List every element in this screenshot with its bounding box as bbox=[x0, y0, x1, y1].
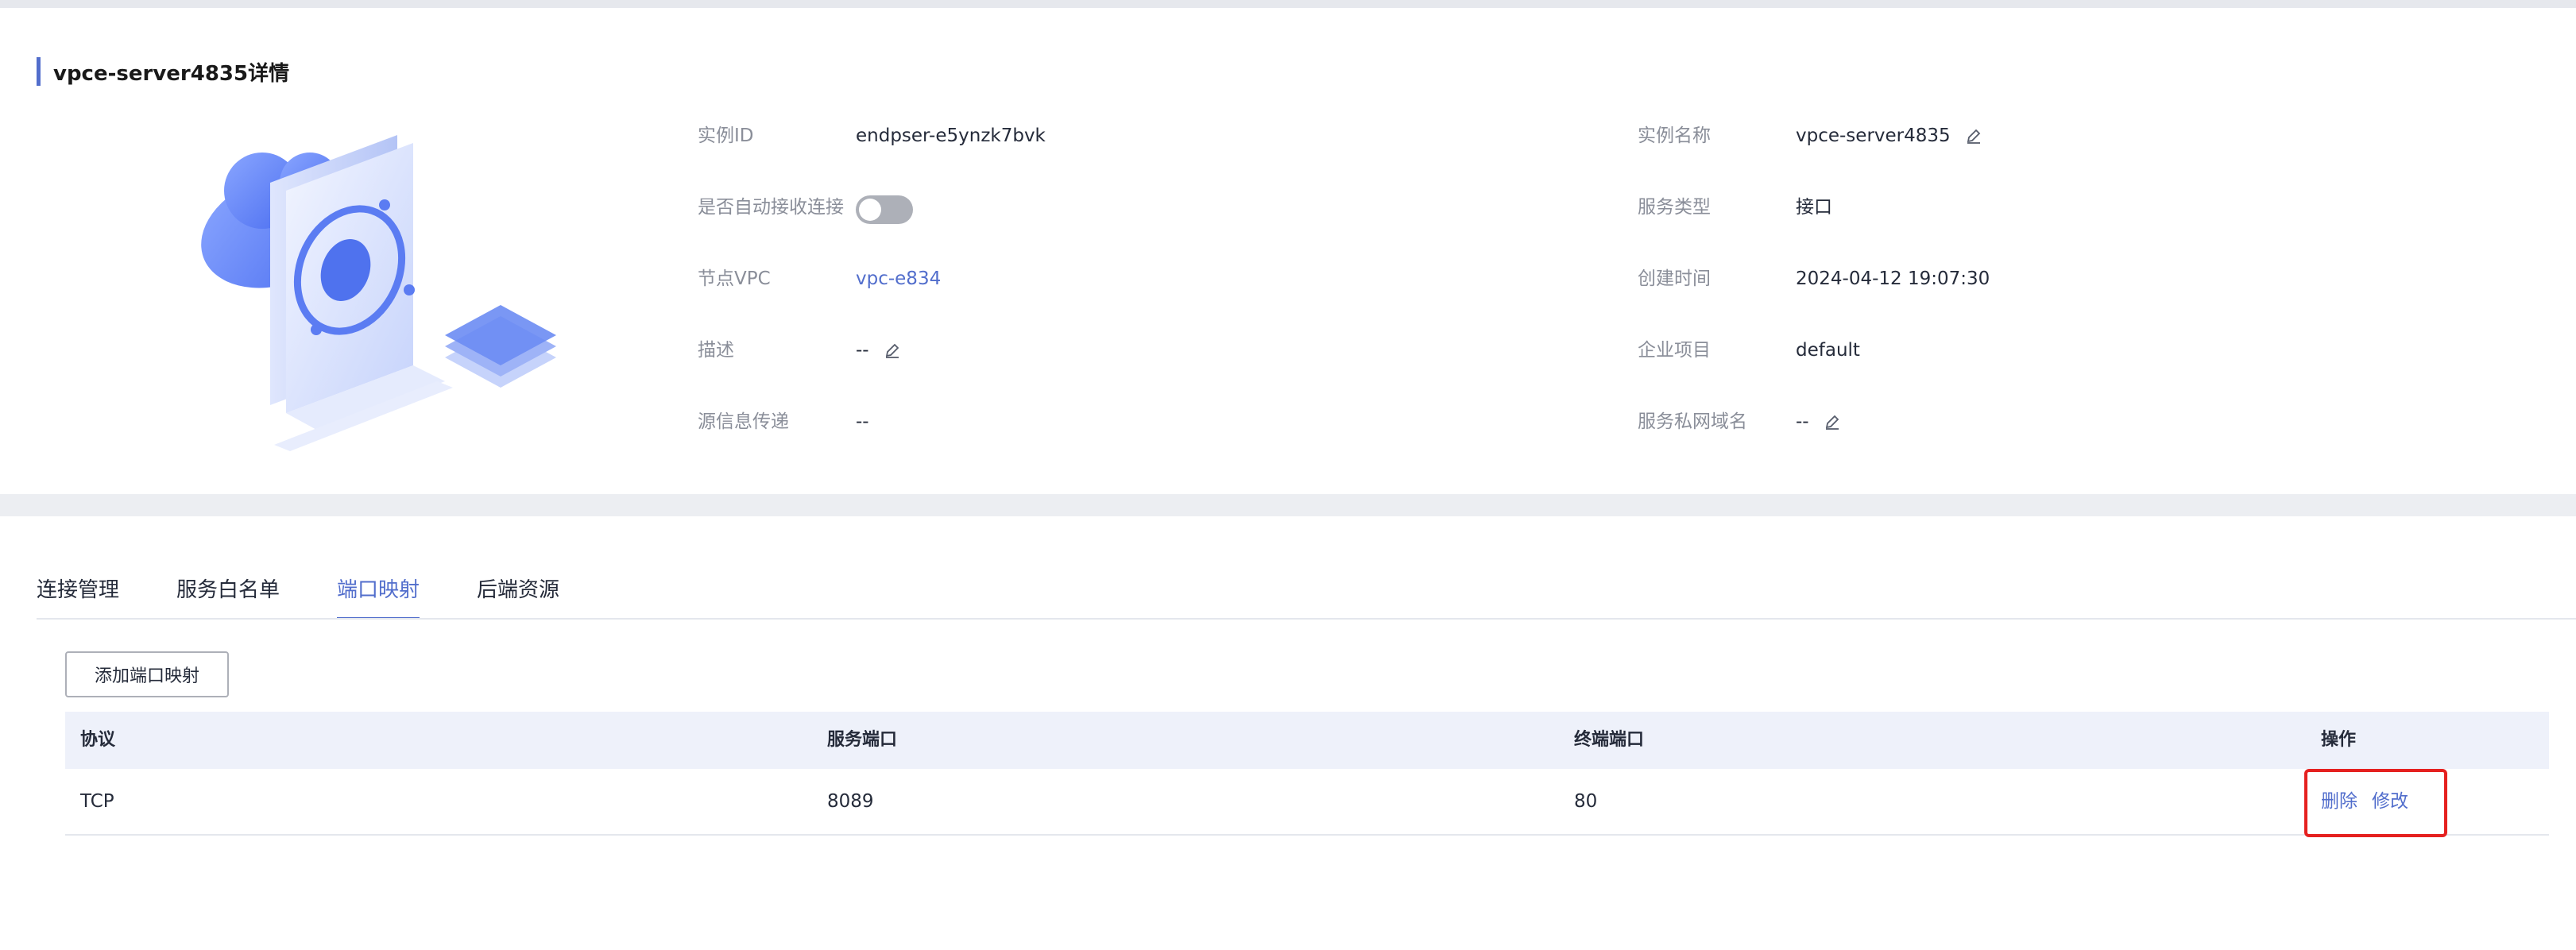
info-label-vpc: 节点VPC bbox=[698, 268, 771, 289]
edit-instance-name-icon[interactable] bbox=[1965, 127, 1982, 145]
info-label-created-time: 创建时间 bbox=[1638, 268, 1711, 289]
edit-private-domain-icon[interactable] bbox=[1824, 413, 1841, 431]
modify-link[interactable]: 修改 bbox=[2372, 791, 2408, 812]
cell-protocol: TCP bbox=[80, 791, 114, 812]
table-header: 协议 服务端口 终端端口 操作 bbox=[65, 712, 2549, 769]
column-header-service-port: 服务端口 bbox=[827, 730, 898, 750]
tabs-divider bbox=[37, 618, 2576, 620]
cell-operations: 删除 修改 bbox=[2321, 769, 2423, 834]
info-value-created-time: 2024-04-12 19:07:30 bbox=[1796, 268, 1990, 289]
cell-service-port: 8089 bbox=[827, 791, 874, 812]
column-header-terminal-port: 终端端口 bbox=[1574, 730, 1645, 750]
info-label-instance-id: 实例ID bbox=[698, 126, 754, 146]
info-value-source-info: -- bbox=[856, 411, 869, 432]
info-label-description: 描述 bbox=[698, 340, 734, 361]
auto-accept-toggle-wrap bbox=[856, 195, 913, 224]
port-mapping-panel: 连接管理 服务白名单 端口映射 后端资源 添加端口映射 协议 服务端口 终端端口… bbox=[0, 516, 2576, 950]
column-header-protocol: 协议 bbox=[80, 730, 116, 750]
info-value-private-domain-wrap: -- bbox=[1796, 410, 1841, 434]
info-label-service-type: 服务类型 bbox=[1638, 197, 1711, 218]
info-value-instance-name: vpce-server4835 bbox=[1796, 126, 1951, 146]
tab-port-mapping[interactable]: 端口映射 bbox=[337, 572, 420, 620]
info-label-auto-accept: 是否自动接收连接 bbox=[698, 197, 844, 218]
page-title-text: vpce-server4835详情 bbox=[53, 61, 290, 86]
info-value-service-type: 接口 bbox=[1796, 197, 1832, 218]
info-value-instance-id: endpser-e5ynzk7bvk bbox=[856, 126, 1046, 146]
detail-card: vpce-server4835详情 实例ID endpser-e5ynzk7bv… bbox=[0, 8, 2576, 494]
title-accent-bar bbox=[37, 57, 41, 86]
info-value-enterprise-project: default bbox=[1796, 340, 1860, 361]
edit-description-icon[interactable] bbox=[884, 342, 901, 359]
info-label-enterprise-project: 企业项目 bbox=[1638, 340, 1711, 361]
column-header-operation: 操作 bbox=[2321, 730, 2357, 750]
tab-service-whitelist[interactable]: 服务白名单 bbox=[176, 572, 280, 620]
page-title: vpce-server4835详情 bbox=[37, 56, 289, 87]
port-mapping-table: 协议 服务端口 终端端口 操作 TCP 8089 80 删除 修改 bbox=[65, 712, 2549, 836]
info-value-description-wrap: -- bbox=[856, 338, 901, 362]
cell-terminal-port: 80 bbox=[1574, 791, 1598, 812]
add-port-mapping-button[interactable]: 添加端口映射 bbox=[65, 651, 229, 697]
info-label-instance-name: 实例名称 bbox=[1638, 126, 1711, 146]
info-label-source-info: 源信息传递 bbox=[698, 411, 789, 432]
tab-connection-management[interactable]: 连接管理 bbox=[37, 572, 119, 620]
top-strip bbox=[0, 0, 2576, 8]
info-label-private-domain: 服务私网域名 bbox=[1638, 411, 1747, 432]
delete-link[interactable]: 删除 bbox=[2321, 791, 2357, 812]
toggle-knob bbox=[859, 199, 881, 221]
table-row: TCP 8089 80 删除 修改 bbox=[65, 769, 2549, 836]
auto-accept-toggle[interactable] bbox=[856, 195, 913, 224]
info-value-instance-name-wrap: vpce-server4835 bbox=[1796, 124, 1982, 148]
endpoint-illustration bbox=[167, 119, 580, 461]
vpc-link[interactable]: vpc-e834 bbox=[856, 267, 941, 291]
info-value-private-domain: -- bbox=[1796, 411, 1809, 432]
tab-bar: 连接管理 服务白名单 端口映射 后端资源 bbox=[37, 572, 617, 620]
info-value-description: -- bbox=[856, 340, 869, 361]
tab-backend-resources[interactable]: 后端资源 bbox=[477, 572, 559, 620]
